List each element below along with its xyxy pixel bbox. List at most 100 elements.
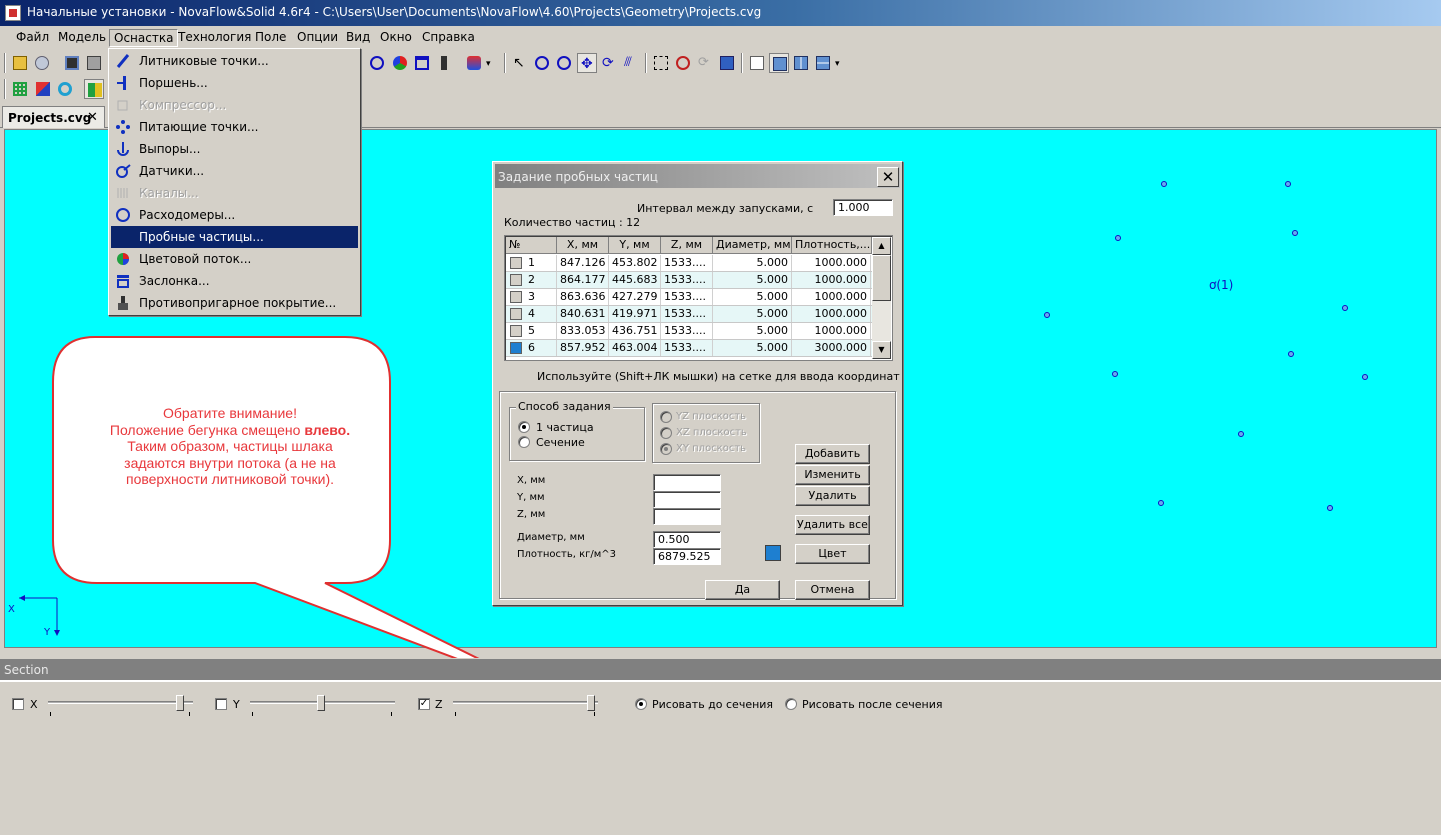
z-slider-thumb[interactable] [587, 695, 595, 711]
z-slider-track[interactable] [453, 701, 598, 704]
row-color-swatch [510, 342, 522, 354]
row-number: 6 [528, 341, 535, 354]
row-number: 5 [528, 324, 535, 337]
slider-tick [391, 712, 392, 716]
row-color-swatch [510, 325, 522, 337]
z-checkbox[interactable]: ✓ [418, 698, 430, 710]
slider-tick [50, 712, 51, 716]
method-group-title: Способ задания [516, 400, 613, 413]
table-row[interactable]: 5 833.053 436.751 1533.... 5.000 1000.000 [506, 323, 872, 340]
diameter-input[interactable]: 0.500 [653, 531, 721, 548]
table-cell-d: 5.000 [713, 323, 792, 339]
table-row[interactable]: 6 857.952 463.004 1533.... 5.000 3000.000 [506, 340, 872, 357]
table-cell-y: 445.683 [609, 272, 661, 288]
column-header[interactable]: X, мм [557, 237, 609, 254]
table-cell-n: 1 [506, 255, 557, 271]
slider-tick [594, 712, 595, 716]
table-cell-y: 427.279 [609, 289, 661, 305]
table-cell-d: 5.000 [713, 306, 792, 322]
table-cell-x: 840.631 [557, 306, 609, 322]
radio-xy-label: XY плоскость [676, 443, 747, 454]
table-cell-z: 1533.... [661, 289, 713, 305]
table-cell-z: 1533.... [661, 323, 713, 339]
table-cell-d: 5.000 [713, 272, 792, 288]
table-cell-n: 6 [506, 340, 557, 356]
column-header[interactable]: Плотность,... [792, 237, 872, 254]
table-row[interactable]: 3 863.636 427.279 1533.... 5.000 1000.000 [506, 289, 872, 306]
color-swatch [765, 545, 781, 561]
table-cell-y: 463.004 [609, 340, 661, 356]
table-cell-n: 2 [506, 272, 557, 288]
x-checkbox-label: X [30, 698, 38, 711]
x-slider-thumb[interactable] [176, 695, 184, 711]
x-label: X, мм [517, 475, 546, 486]
column-header[interactable]: Y, мм [609, 237, 661, 254]
column-header[interactable]: Z, мм [661, 237, 713, 254]
table-cell-rho: 1000.000 [792, 289, 871, 305]
table-cell-x: 864.177 [557, 272, 609, 288]
scroll-down-arrow-icon[interactable]: ▼ [872, 341, 891, 359]
delete-all-button[interactable]: Удалить все [795, 515, 870, 535]
radio-section[interactable] [518, 436, 530, 448]
radio-section-label: Сечение [536, 436, 585, 449]
particles-table[interactable]: № X, мм Y, мм Z, мм Диаметр, мм Плотност… [504, 235, 893, 361]
density-label: Плотность, кг/м^3 [517, 549, 617, 560]
y-slider-thumb[interactable] [317, 695, 325, 711]
table-cell-y: 419.971 [609, 306, 661, 322]
column-header[interactable]: № [506, 237, 557, 254]
table-cell-x: 857.952 [557, 340, 609, 356]
row-number: 2 [528, 273, 535, 286]
section-title: Section [4, 663, 49, 677]
dialog-title: Задание пробных частиц [498, 170, 658, 184]
radio-draw-before[interactable] [635, 698, 647, 710]
color-button[interactable]: Цвет [795, 544, 870, 564]
edit-button[interactable]: Изменить [795, 465, 870, 485]
z-input[interactable] [653, 508, 721, 525]
table-cell-z: 1533.... [661, 340, 713, 356]
table-cell-d: 5.000 [713, 340, 792, 356]
method-group: Способ задания [509, 400, 645, 461]
x-slider-track[interactable] [48, 701, 193, 704]
y-checkbox[interactable] [215, 698, 227, 710]
ok-button[interactable]: Да [705, 580, 780, 600]
callout-text: Обратите внимание! Положение бегунка сме… [109, 405, 351, 487]
table-cell-n: 4 [506, 306, 557, 322]
radio-one-particle[interactable] [518, 421, 530, 433]
diameter-label: Диаметр, мм [517, 532, 585, 543]
table-cell-z: 1533.... [661, 255, 713, 271]
table-row[interactable]: 4 840.631 419.971 1533.... 5.000 1000.000 [506, 306, 872, 323]
close-icon[interactable]: ✕ [877, 167, 899, 187]
z-checkbox-label: Z [435, 698, 443, 711]
radio-draw-before-label: Рисовать до сечения [652, 698, 774, 711]
x-input[interactable] [653, 474, 721, 491]
table-cell-x: 863.636 [557, 289, 609, 305]
table-row[interactable]: 2 864.177 445.683 1533.... 5.000 1000.000 [506, 272, 872, 289]
interval-input[interactable]: 1.000 [833, 199, 893, 216]
table-cell-z: 1533.... [661, 272, 713, 288]
add-button[interactable]: Добавить [795, 444, 870, 464]
section-panel: X Y ✓ Z Рисовать до сечения Рисовать пос… [0, 680, 1441, 835]
table-cell-n: 3 [506, 289, 557, 305]
cancel-button[interactable]: Отмена [795, 580, 870, 600]
z-label: Z, мм [517, 509, 546, 520]
table-cell-n: 5 [506, 323, 557, 339]
y-checkbox-label: Y [233, 698, 240, 711]
column-header[interactable]: Диаметр, мм [713, 237, 792, 254]
table-cell-x: 847.126 [557, 255, 609, 271]
particle-count: Количество частиц : 12 [504, 216, 641, 229]
scroll-up-arrow-icon[interactable]: ▲ [872, 237, 891, 255]
table-scrollbar[interactable]: ▲ ▼ [872, 237, 891, 359]
scroll-thumb[interactable] [872, 255, 891, 301]
radio-xy-plane [660, 443, 672, 455]
delete-button[interactable]: Удалить [795, 486, 870, 506]
table-row[interactable]: 1 847.126 453.802 1533.... 5.000 1000.000 [506, 255, 872, 272]
radio-xz-label: XZ плоскость [676, 427, 747, 438]
radio-draw-after[interactable] [785, 698, 797, 710]
row-number: 1 [528, 256, 535, 269]
y-input[interactable] [653, 491, 721, 508]
radio-one-particle-label: 1 частица [536, 421, 594, 434]
x-checkbox[interactable] [12, 698, 24, 710]
radio-draw-after-label: Рисовать после сечения [802, 698, 943, 711]
dialog-title-bar[interactable]: Задание пробных частиц ✕ [495, 164, 900, 188]
density-input[interactable]: 6879.525 [653, 548, 721, 565]
